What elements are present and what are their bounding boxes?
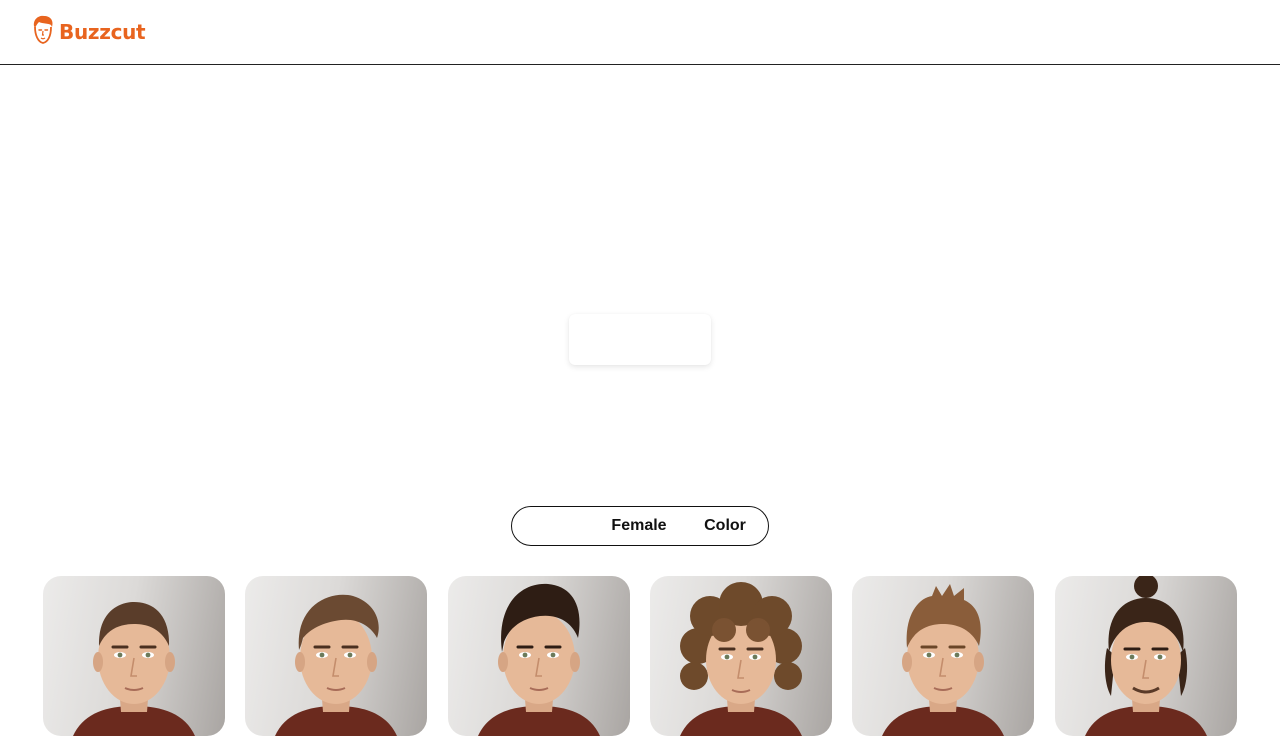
hairstyle-card-curly[interactable] xyxy=(650,576,832,736)
textured-crop-portrait-icon xyxy=(882,584,1004,736)
face-logo-icon xyxy=(31,15,55,50)
pompadour-portrait-icon xyxy=(478,583,600,736)
upload-photo-card[interactable] xyxy=(569,314,711,365)
top-header: Buzzcut xyxy=(0,0,1280,65)
curly-portrait-icon xyxy=(680,582,802,736)
side-swept-portrait-icon xyxy=(275,594,397,736)
brand-logo-link[interactable]: Buzzcut xyxy=(31,15,146,50)
gender-color-toggle: Female Color xyxy=(511,506,769,546)
hairstyle-card-buzz[interactable] xyxy=(43,576,225,736)
toggle-option-color[interactable]: Color xyxy=(698,507,752,545)
hairstyle-grid xyxy=(43,576,1237,736)
buzzcut-portrait-icon xyxy=(73,602,195,736)
hairstyle-card-side-swept[interactable] xyxy=(245,576,427,736)
brand-name: Buzzcut xyxy=(59,20,146,44)
toggle-option-female[interactable]: Female xyxy=(604,507,674,545)
hairstyle-card-textured-crop[interactable] xyxy=(852,576,1034,736)
toggle-option-male[interactable] xyxy=(514,507,598,545)
hairstyle-card-man-bun[interactable] xyxy=(1055,576,1237,736)
hairstyle-card-pompadour[interactable] xyxy=(448,576,630,736)
man-bun-portrait-icon xyxy=(1085,576,1207,736)
